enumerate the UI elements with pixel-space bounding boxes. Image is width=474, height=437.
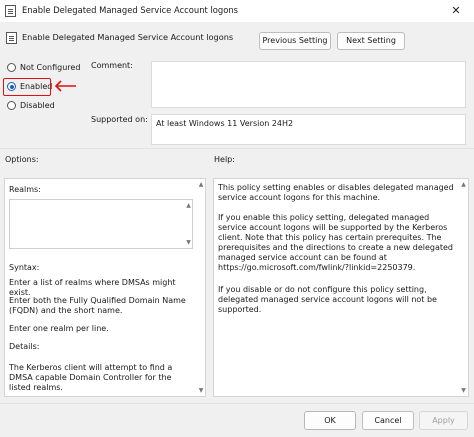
help-paragraph: This policy setting enables or disables … — [218, 183, 454, 202]
supported-on-label: Supported on: — [91, 115, 148, 124]
realms-label: Realms: — [9, 185, 41, 194]
policy-icon — [5, 5, 16, 17]
options-text-line: Enter one realm per line. — [9, 324, 109, 333]
next-setting-button[interactable]: Next Setting — [337, 32, 405, 50]
help-scrollbar[interactable]: ▲ ▼ — [459, 179, 468, 396]
options-text-line: The Kerberos client will attempt to find… — [9, 363, 173, 392]
radio-disabled[interactable]: Disabled — [7, 101, 55, 110]
options-label: Options: — [5, 155, 39, 164]
scroll-up-icon[interactable]: ▲ — [197, 180, 205, 189]
ok-button[interactable]: OK — [304, 411, 356, 430]
options-text-line: Enter a list of realms where DMSAs might… — [9, 278, 176, 297]
radio-circle[interactable] — [7, 101, 16, 110]
options-text-line: Syntax: — [9, 263, 40, 272]
previous-setting-button[interactable]: Previous Setting — [259, 32, 331, 50]
window-title: Enable Delegated Managed Service Account… — [22, 5, 239, 15]
help-paragraph: If you disable or do not configure this … — [218, 285, 437, 314]
options-scrollbar[interactable]: ▲ ▼ — [197, 179, 205, 396]
highlight-box — [3, 78, 51, 96]
scroll-down-icon[interactable]: ▼ — [185, 238, 192, 247]
supported-on-field: At least Windows 11 Version 24H2 — [151, 114, 466, 145]
apply-button[interactable]: Apply — [419, 411, 468, 430]
help-paragraph: If you enable this policy setting, deleg… — [218, 213, 454, 272]
options-panel: Realms: ▲ ▼ Syntax: Enter a list of real… — [4, 178, 206, 397]
options-text-line: Details: — [9, 342, 40, 351]
scroll-up-icon[interactable]: ▲ — [185, 201, 192, 210]
radio-circle[interactable] — [7, 63, 16, 72]
realms-scrollbar[interactable]: ▲ ▼ — [185, 200, 192, 248]
realms-input[interactable]: ▲ ▼ — [9, 199, 193, 249]
setting-icon — [6, 32, 17, 44]
scroll-down-icon[interactable]: ▼ — [197, 386, 205, 395]
comment-field[interactable] — [151, 61, 466, 108]
radio-label: Not Configured — [20, 63, 81, 72]
help-label: Help: — [214, 155, 235, 164]
options-text-line: Enter both the Fully Qualified Domain Na… — [9, 296, 186, 315]
cancel-button[interactable]: Cancel — [362, 411, 414, 430]
help-panel: This policy setting enables or disables … — [213, 178, 469, 397]
divider — [0, 148, 474, 149]
arrow-left-icon — [54, 80, 76, 92]
setting-title: Enable Delegated Managed Service Account… — [22, 32, 234, 42]
radio-label: Disabled — [20, 101, 55, 110]
scroll-down-icon[interactable]: ▼ — [459, 386, 468, 395]
radio-not-configured[interactable]: Not Configured — [7, 63, 80, 72]
scroll-up-icon[interactable]: ▲ — [459, 180, 468, 189]
comment-label: Comment: — [91, 61, 133, 70]
close-button[interactable]: ✕ — [448, 4, 464, 18]
